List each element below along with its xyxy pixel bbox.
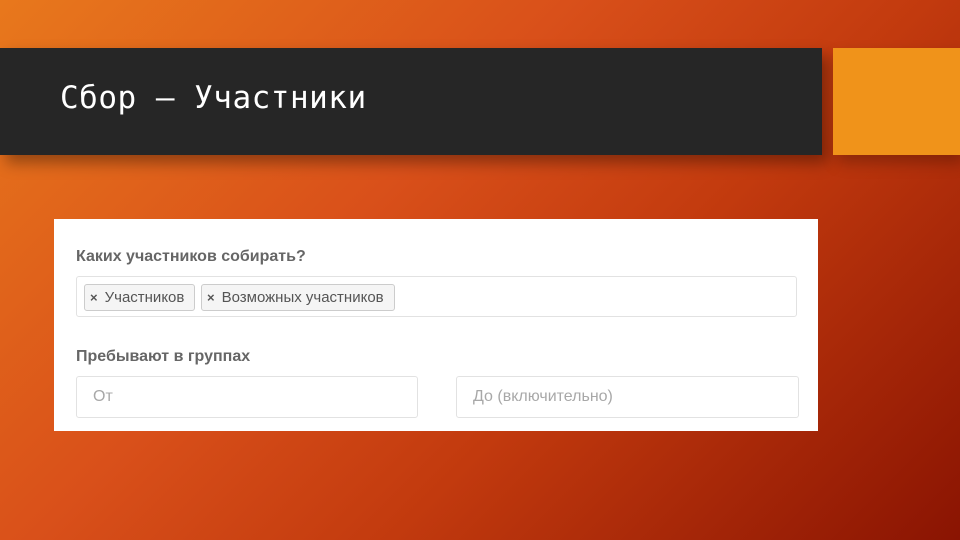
participant-type-select[interactable]: × Участников × Возможных участников <box>76 276 797 317</box>
tag-label: Участников <box>104 289 185 306</box>
tag-label: Возможных участников <box>221 289 384 306</box>
tag-possible-participants: × Возможных участников <box>201 284 395 311</box>
groups-to-input[interactable] <box>456 376 799 418</box>
slide-title: Сбор – Участники <box>60 80 367 116</box>
form-panel: Каких участников собирать? × Участников … <box>54 219 818 431</box>
remove-tag-icon[interactable]: × <box>207 290 215 305</box>
groups-from-input[interactable] <box>76 376 418 418</box>
tag-participants: × Участников <box>84 284 195 311</box>
groups-label: Пребывают в группах <box>76 348 251 365</box>
accent-block <box>833 48 960 155</box>
participants-question-label: Каких участников собирать? <box>76 248 306 265</box>
remove-tag-icon[interactable]: × <box>90 290 98 305</box>
